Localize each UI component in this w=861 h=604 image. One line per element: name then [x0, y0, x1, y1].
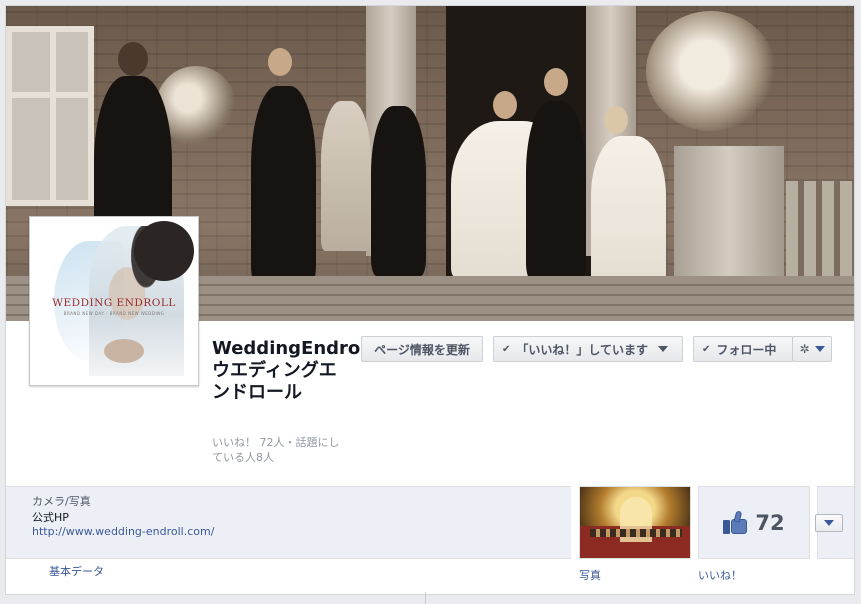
likes-app-label[interactable]: いいね！	[698, 567, 742, 583]
update-page-info-label: ページ情報を更新	[374, 342, 470, 357]
caret-down-icon	[814, 346, 825, 352]
liked-button[interactable]: ✔ 「いいね！」しています	[493, 336, 683, 362]
profile-groom	[134, 221, 194, 281]
homepage-label: 公式HP	[32, 511, 69, 524]
photos-thumbnail	[580, 487, 690, 558]
likes-app-tile[interactable]: 72	[698, 486, 810, 559]
check-icon: ✔	[502, 343, 511, 355]
homepage-link[interactable]: http://www.wedding-endroll.com/	[32, 525, 214, 538]
likes-count: 72	[755, 510, 785, 535]
page-category: カメラ/写真	[32, 495, 91, 508]
cover-groom-head	[544, 68, 568, 96]
facebook-page: WEDDING ENDROLL BRAND NEW DAY · BRAND NE…	[5, 5, 855, 595]
page-stats: いいね！ 72人・話題にしている人8人	[212, 436, 340, 464]
photos-app-label[interactable]: 写真	[579, 567, 601, 583]
more-apps-button[interactable]	[815, 514, 843, 532]
profile-picture[interactable]: WEDDING ENDROLL BRAND NEW DAY · BRAND NE…	[29, 216, 199, 386]
caret-down-icon	[824, 520, 834, 526]
cover-window	[6, 26, 94, 206]
following-label: フォロー中	[716, 342, 777, 357]
thumbs-up-icon-cuff	[723, 519, 731, 534]
cover-guest	[251, 86, 316, 286]
cover-flower-girl-head	[604, 106, 628, 134]
profile-logo-subtext: BRAND NEW DAY · BRAND NEW WEDDING	[63, 311, 165, 316]
cover-guest-head	[268, 48, 292, 76]
photos-app-tile[interactable]	[579, 486, 691, 559]
profile-logo-text: WEDDING ENDROLL	[52, 297, 176, 309]
about-box: カメラ/写真 公式HP http://www.wedding-endroll.c…	[6, 486, 571, 559]
following-button[interactable]: ✔ フォロー中	[693, 336, 793, 362]
page-options-button[interactable]: ✲	[792, 336, 832, 362]
thumbs-up-icon	[723, 509, 749, 535]
caret-down-icon	[658, 346, 669, 352]
cover-guest-2	[371, 106, 426, 276]
cover-flower-girl	[591, 136, 666, 286]
profile-picture-image: WEDDING ENDROLL BRAND NEW DAY · BRAND NE…	[34, 221, 194, 381]
cover-guest-dress	[321, 101, 371, 251]
cover-balustrade	[786, 181, 854, 291]
cover-flowers-right	[646, 11, 776, 131]
page-title[interactable]: WeddingEndroll ウエディングエンドロール	[212, 338, 373, 404]
liked-label: 「いいね！」しています	[516, 342, 649, 357]
cover-pedestal	[674, 146, 784, 286]
bottom-divider	[425, 592, 426, 604]
about-section-link[interactable]: 基本データ	[49, 563, 104, 579]
check-icon: ✔	[702, 343, 711, 355]
gear-icon: ✲	[799, 342, 810, 356]
cover-groom	[526, 101, 586, 281]
update-page-info-button[interactable]: ページ情報を更新	[361, 336, 483, 362]
profile-hand	[104, 339, 144, 363]
cover-photographer-head	[118, 42, 148, 76]
cover-bride-head	[493, 91, 517, 119]
